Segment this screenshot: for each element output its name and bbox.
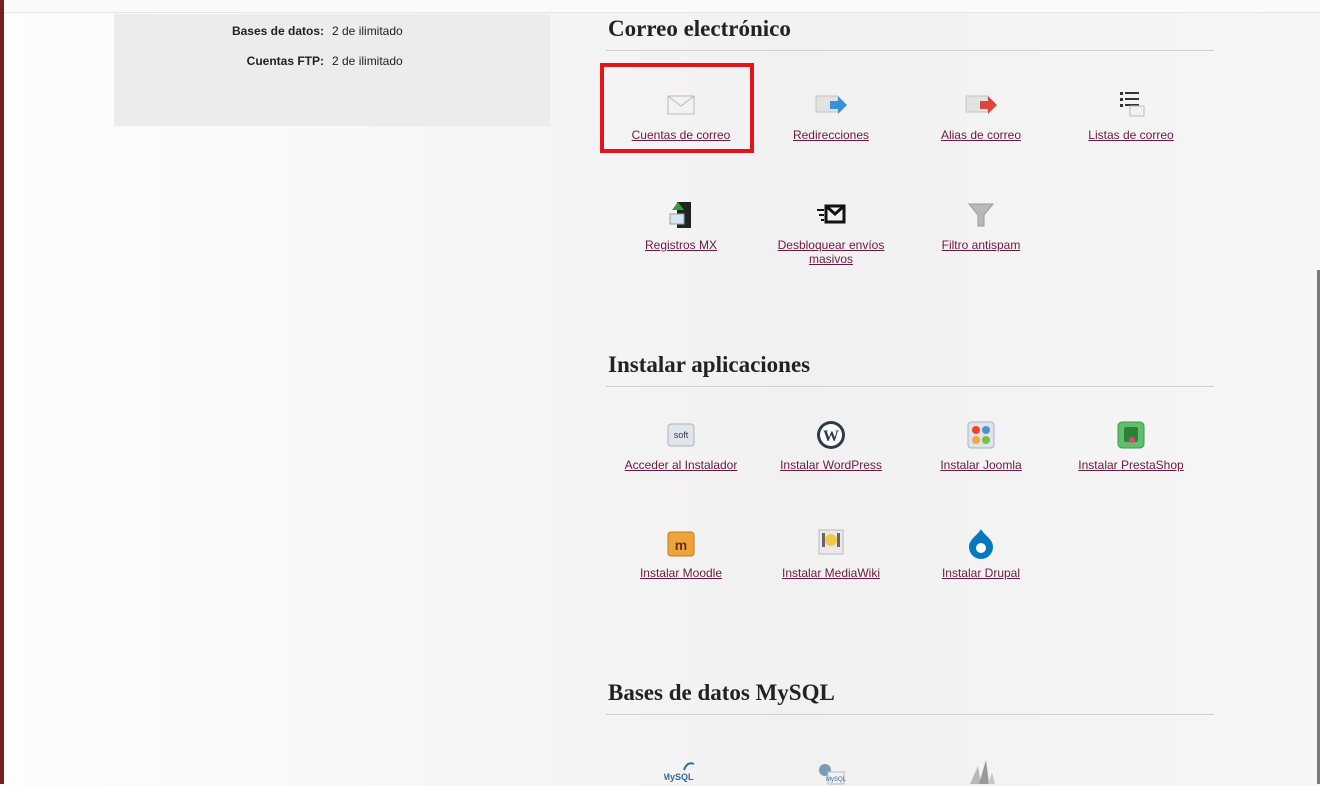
tile-instalar-prestashop[interactable]: Instalar PrestaShop (1056, 418, 1206, 472)
mysql-users-icon: MySQL (819, 764, 847, 785)
svg-text:m: m (675, 537, 687, 553)
tile-desbloquear-envios[interactable]: Desbloquear envíos masivos (756, 198, 906, 266)
tile-instalar-joomla[interactable]: Instalar Joomla (906, 418, 1056, 472)
tile-instalar-mediawiki[interactable]: Instalar MediaWiki (756, 526, 906, 580)
tile-phpmyadmin[interactable] (906, 752, 1056, 786)
limit-value: 2 de ilimitado (332, 54, 403, 68)
tile-listas-de-correo[interactable]: Listas de correo (1056, 88, 1206, 142)
funnel-icon (967, 203, 995, 227)
tile-instalar-wordpress[interactable]: W Instalar WordPress (756, 418, 906, 472)
mx-server-icon (669, 202, 691, 228)
tile-label: Instalar Moodle (639, 566, 723, 580)
top-edge (0, 0, 1320, 13)
left-edge (0, 0, 4, 784)
svg-text:MySQL: MySQL (826, 777, 847, 783)
softaculous-icon: soft (667, 423, 695, 447)
mass-mail-icon (817, 204, 846, 224)
limits-panel: Bases de datos: 2 de ilimitado Cuentas F… (114, 14, 550, 126)
joomla-icon (967, 421, 995, 449)
tile-label: Acceder al Instalador (624, 458, 738, 472)
limit-row-ftp: Cuentas FTP: 2 de ilimitado (114, 54, 550, 72)
alias-arrow-icon (965, 95, 997, 114)
limit-label: Bases de datos: (231, 24, 324, 38)
moodle-icon: m (667, 531, 695, 557)
tile-mysql-users[interactable]: MySQL (756, 752, 906, 786)
tile-label: Registros MX (644, 238, 718, 252)
tile-redirecciones[interactable]: Redirecciones (756, 88, 906, 142)
tile-label: Instalar PrestaShop (1078, 458, 1184, 472)
prestashop-icon (1117, 421, 1145, 449)
email-section: Correo electrónico Cuentas de correo Red… (606, 14, 1214, 314)
svg-text:soft: soft (674, 430, 689, 440)
section-title-email: Correo electrónico (606, 14, 1214, 51)
tile-label: Listas de correo (1088, 128, 1174, 142)
section-title-apps: Instalar aplicaciones (606, 350, 1214, 387)
tile-mysql-databases[interactable]: MySQL (606, 752, 756, 786)
tile-acceder-instalador[interactable]: soft Acceder al Instalador (606, 418, 756, 472)
svg-text:W: W (823, 428, 839, 445)
tile-instalar-moodle[interactable]: m Instalar Moodle (606, 526, 756, 580)
limit-label: Cuentas FTP: (246, 54, 324, 68)
mysql-icon: MySQL (664, 762, 695, 782)
tile-label: Alias de correo (940, 128, 1022, 142)
forward-arrow-icon (815, 95, 847, 114)
limit-value: 2 de ilimitado (332, 24, 403, 38)
tile-label: Filtro antispam (941, 238, 1021, 252)
list-icon (1120, 92, 1145, 117)
drupal-icon (969, 529, 993, 559)
apps-section: Instalar aplicaciones soft Acceder al In… (606, 350, 1214, 640)
tile-alias-de-correo[interactable]: Alias de correo (906, 88, 1056, 142)
wordpress-icon: W (817, 421, 845, 449)
tile-label: Desbloquear envíos masivos (777, 238, 885, 266)
tile-registros-mx[interactable]: Registros MX (606, 198, 756, 252)
tile-label: Redirecciones (792, 128, 870, 142)
highlight-box (600, 63, 754, 153)
limit-row-databases: Bases de datos: 2 de ilimitado (114, 24, 550, 42)
tile-instalar-drupal[interactable]: Instalar Drupal (906, 526, 1056, 580)
tile-label: Instalar WordPress (780, 458, 882, 472)
mediawiki-icon (818, 529, 844, 555)
tile-label: Instalar MediaWiki (781, 566, 881, 580)
tile-filtro-antispam[interactable]: Filtro antispam (906, 198, 1056, 252)
section-title-mysql: Bases de datos MySQL (606, 678, 1214, 715)
tile-label: Instalar Joomla (940, 458, 1022, 472)
svg-text:MySQL: MySQL (664, 772, 694, 782)
tile-label: Instalar Drupal (941, 566, 1021, 580)
mysql-section: Bases de datos MySQL MySQL MySQL (606, 678, 1214, 786)
phpmyadmin-icon (970, 760, 995, 784)
